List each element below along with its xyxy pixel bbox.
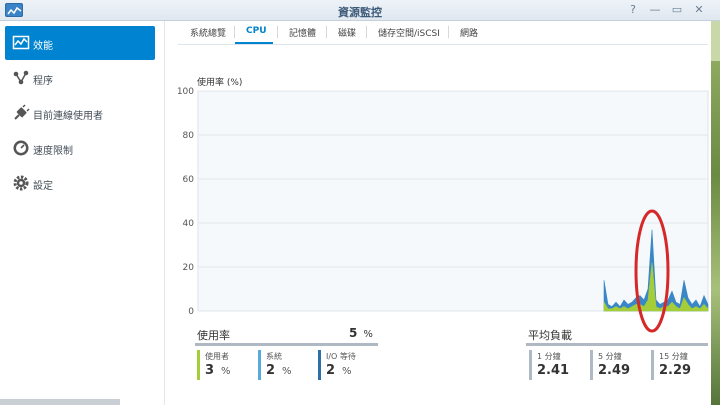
metric-value: 2.29 xyxy=(659,363,692,378)
load-average-title: 平均負載 xyxy=(528,329,572,342)
metric-value: 2.41 xyxy=(537,363,570,378)
metric-name: 5 分鐘 xyxy=(598,352,622,361)
system-color-bar xyxy=(258,350,261,380)
user-color-bar xyxy=(197,350,200,380)
metric-value: 2.49 xyxy=(598,363,631,378)
metric-unit: % xyxy=(282,366,292,377)
plot-area xyxy=(197,90,709,312)
metric-name: 系統 xyxy=(266,352,282,361)
metric-name: 使用者 xyxy=(205,352,229,361)
usage-metric-system: 系統 2 % xyxy=(258,350,318,380)
metric-unit: % xyxy=(221,366,231,377)
metric-unit: % xyxy=(342,366,352,377)
y-tick-label: 60 xyxy=(183,175,195,185)
load-divider xyxy=(526,343,708,346)
metric-name: 15 分鐘 xyxy=(659,352,688,361)
load-color-bar xyxy=(651,350,654,380)
load-color-bar xyxy=(590,350,593,380)
io-wait-color-bar xyxy=(318,350,321,380)
usage-divider xyxy=(195,343,378,346)
usage-total: 5% xyxy=(349,326,373,340)
load-metric-5min: 5 分鐘 2.49 xyxy=(590,350,650,380)
metric-value: 2 xyxy=(326,363,336,378)
load-metric-15min: 15 分鐘 2.29 xyxy=(651,350,711,380)
metric-name: I/O 等待 xyxy=(326,352,356,361)
metric-name: 1 分鐘 xyxy=(537,352,561,361)
y-tick-label: 80 xyxy=(183,131,195,141)
load-metric-1min: 1 分鐘 2.41 xyxy=(529,350,589,380)
usage-total-value: 5 xyxy=(349,326,358,340)
y-tick-label: 40 xyxy=(183,219,195,229)
usage-total-unit: % xyxy=(363,329,373,340)
y-tick-label: 20 xyxy=(183,263,195,273)
usage-metric-io-wait: I/O 等待 2 % xyxy=(318,350,378,380)
y-tick-label: 100 xyxy=(177,87,194,97)
desktop-background-edge xyxy=(711,21,720,405)
desktop-background-edge-top xyxy=(711,21,720,61)
load-color-bar xyxy=(529,350,532,380)
metric-value: 3 xyxy=(205,363,215,378)
metric-value: 2 xyxy=(266,363,276,378)
usage-metric-user: 使用者 3 % xyxy=(197,350,257,380)
usage-title: 使用率 xyxy=(197,329,230,342)
y-tick-label: 0 xyxy=(188,307,194,317)
